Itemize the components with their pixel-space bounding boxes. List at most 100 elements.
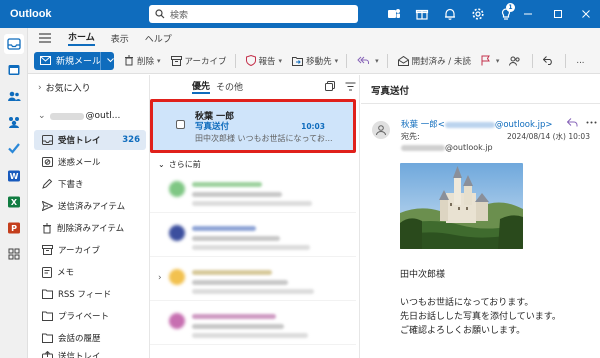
- flag-icon: [481, 55, 490, 66]
- chevron-down-icon: ⌄: [38, 111, 46, 121]
- move-to-button[interactable]: 移動先 ▾: [292, 55, 338, 67]
- folder-label: 送信トレイ: [58, 352, 101, 358]
- teams-icon[interactable]: [380, 0, 408, 28]
- outbox-icon: [42, 351, 53, 358]
- read-unread-button[interactable]: 開封済み / 未読: [397, 55, 471, 67]
- folder-junk[interactable]: 迷惑メール: [34, 152, 146, 172]
- tab-home[interactable]: ホーム: [68, 30, 95, 46]
- sender-avatar[interactable]: [372, 121, 390, 139]
- message-list: 優先 その他 秋葉 一郎 写真送付 10:03 田中次郎様 いつもお世話になって…: [150, 75, 360, 358]
- read-unread-label: 開封済み / 未読: [411, 56, 471, 67]
- app-bar: W X P: [0, 28, 28, 358]
- folder-icon: [42, 333, 53, 343]
- trash-icon: [43, 223, 51, 233]
- tab-focused[interactable]: 優先: [192, 79, 211, 94]
- more-apps-icon[interactable]: [4, 244, 24, 264]
- folder-drafts[interactable]: 下書き: [34, 174, 146, 194]
- blurred-text: [192, 289, 314, 294]
- folder-rss[interactable]: RSS フィード: [34, 284, 146, 304]
- groups-app-icon[interactable]: [4, 112, 24, 132]
- folder-private[interactable]: プライベート: [34, 306, 146, 326]
- recipient-address[interactable]: @outlook.jp: [401, 143, 493, 152]
- more-options-button[interactable]: ...: [576, 56, 584, 66]
- search-box[interactable]: 検索: [149, 5, 358, 23]
- account-header[interactable]: ⌄ @outl...: [38, 111, 148, 121]
- undo-button[interactable]: [543, 56, 557, 65]
- favorites-header[interactable]: › お気に入り: [38, 81, 91, 95]
- reply-dropdown-icon[interactable]: ▾: [375, 57, 379, 65]
- chevron-down-icon: [107, 58, 114, 63]
- gift-icon[interactable]: [408, 0, 436, 28]
- folder-sent[interactable]: 送信済みアイテム: [34, 196, 146, 216]
- archive-button[interactable]: アーカイブ: [170, 55, 227, 67]
- filter-icon[interactable]: [345, 82, 356, 91]
- earlier-group-header[interactable]: ⌄ さらに前: [158, 159, 201, 170]
- folder-deleted[interactable]: 削除済みアイテム: [34, 218, 146, 238]
- delete-dropdown-icon[interactable]: ▾: [157, 57, 161, 65]
- reply-all-button[interactable]: ▾: [357, 56, 379, 65]
- excel-app-icon[interactable]: X: [4, 192, 24, 212]
- maximize-button[interactable]: [544, 0, 572, 28]
- gear-icon[interactable]: [464, 0, 492, 28]
- list-item[interactable]: [150, 173, 356, 213]
- folder-notes[interactable]: メモ: [34, 262, 146, 282]
- avatar: [169, 225, 185, 241]
- close-button[interactable]: [572, 0, 600, 28]
- bell-icon[interactable]: [436, 0, 464, 28]
- delete-label: 削除: [137, 56, 155, 67]
- emoji-button[interactable]: [509, 56, 524, 66]
- todo-app-icon[interactable]: [4, 138, 24, 158]
- folder-label: 迷惑メール: [58, 158, 101, 168]
- delete-button[interactable]: 削除 ▾: [124, 55, 161, 67]
- flag-dropdown-icon[interactable]: ▾: [496, 57, 500, 65]
- divider: [361, 103, 600, 104]
- attached-photo-castle[interactable]: [400, 163, 523, 249]
- close-icon: [582, 10, 590, 18]
- blurred-text: [192, 280, 288, 285]
- folder-conversation-history[interactable]: 会話の履歴: [34, 328, 146, 348]
- tab-other[interactable]: その他: [216, 80, 243, 93]
- people-reaction-icon: [509, 56, 521, 66]
- message-preview: 田中次郎様 いつもお世話になってお...: [195, 134, 333, 143]
- list-item[interactable]: [150, 305, 356, 345]
- tab-view[interactable]: 表示: [111, 32, 129, 45]
- copy-icon[interactable]: [325, 81, 336, 91]
- envelope-open-icon: [397, 55, 409, 66]
- redacted-address: [401, 144, 445, 151]
- folder-archive[interactable]: アーカイブ: [34, 240, 146, 260]
- minimize-button[interactable]: [514, 0, 542, 28]
- toolbar-separator: [565, 53, 567, 68]
- body-line: ご確認よろしくお願いします。: [400, 326, 526, 336]
- chevron-right-icon[interactable]: ›: [158, 273, 162, 283]
- unread-count: 326: [122, 135, 140, 145]
- junk-icon: [42, 157, 53, 167]
- sender-address[interactable]: 秋葉 一郎< @outlook.jp>: [401, 118, 553, 130]
- tab-help[interactable]: ヘルプ: [145, 32, 172, 45]
- report-dropdown-icon[interactable]: ▾: [279, 57, 283, 65]
- report-button[interactable]: 報告 ▾: [245, 55, 283, 67]
- earlier-label: さらに前: [168, 160, 201, 169]
- mail-app-icon[interactable]: [4, 34, 24, 54]
- word-app-icon[interactable]: W: [4, 166, 24, 186]
- folder-pane: › お気に入り ⌄ @outl... 受信トレイ 326 迷惑メール 下書き 送…: [28, 75, 150, 358]
- reply-icon[interactable]: [567, 118, 578, 127]
- calendar-app-icon[interactable]: [4, 60, 24, 80]
- folder-icon: [42, 289, 53, 299]
- folder-outbox[interactable]: 送信トレイ: [34, 346, 146, 358]
- list-item[interactable]: [150, 217, 356, 257]
- more-actions-icon[interactable]: [586, 121, 597, 124]
- new-mail-button[interactable]: 新規メール: [34, 51, 114, 70]
- move-to-dropdown-icon[interactable]: ▾: [335, 57, 339, 65]
- avatar: [169, 181, 185, 197]
- received-date: 2024/08/14 (水) 10:03: [507, 132, 590, 141]
- notes-icon: [42, 266, 52, 278]
- powerpoint-app-icon[interactable]: P: [4, 218, 24, 238]
- message-checkbox[interactable]: [176, 120, 185, 129]
- new-mail-dropdown[interactable]: [100, 51, 114, 70]
- people-app-icon[interactable]: [4, 86, 24, 106]
- selected-message[interactable]: 秋葉 一郎 写真送付 10:03 田中次郎様 いつもお世話になってお...: [150, 99, 356, 153]
- flag-button[interactable]: ▾: [481, 55, 500, 66]
- hamburger-menu-icon[interactable]: [38, 33, 52, 43]
- list-item[interactable]: ›: [150, 261, 356, 301]
- folder-inbox[interactable]: 受信トレイ 326: [34, 130, 146, 150]
